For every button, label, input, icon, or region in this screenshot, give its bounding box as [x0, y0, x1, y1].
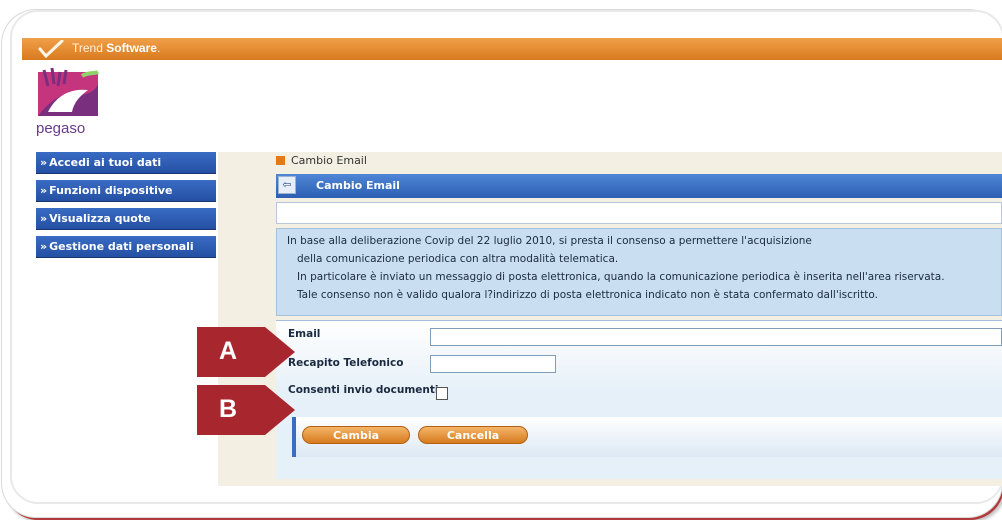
info-line: In base alla deliberazione Covip del 22 … — [287, 235, 812, 247]
callout-a-marker: A — [197, 327, 295, 377]
pegaso-logo: pegaso — [36, 68, 106, 138]
info-line: della comunicazione periodica con altra … — [297, 253, 619, 265]
main-panel: Cambio Email ⇦ Cambio Email In base alla… — [218, 152, 1002, 486]
breadcrumb: Cambio Email — [276, 154, 367, 167]
consent-label: Consenti invio documenti — [288, 384, 439, 396]
app-window: Trend Software. pegaso » Accedi ai tuoi d… — [22, 38, 1002, 486]
section-titlebar: ⇦ Cambio Email — [276, 174, 1002, 198]
sidebar: » Accedi ai tuoi dati » Funzioni dispositi… — [36, 152, 216, 264]
email-field[interactable] — [430, 328, 1002, 346]
callout-arrow-shape — [197, 385, 295, 435]
pegaso-logo-icon — [38, 68, 99, 116]
vendor-name: Trend Software. — [72, 41, 161, 55]
double-chevron-icon: » — [40, 156, 48, 169]
button-bar: Cambia Cancella — [292, 417, 1002, 457]
info-line: Tale consenso non è valido qualora l?ind… — [297, 289, 878, 301]
sidebar-item-label: Accedi ai tuoi dati — [49, 156, 162, 169]
message-strip — [276, 202, 1002, 224]
double-chevron-icon: » — [40, 240, 48, 253]
sidebar-item-accedi[interactable]: » Accedi ai tuoi dati — [36, 152, 216, 174]
sidebar-item-funzioni[interactable]: » Funzioni dispositive — [36, 180, 216, 202]
sidebar-item-label: Gestione dati personali — [49, 240, 194, 253]
sidebar-item-label: Visualizza quote — [49, 212, 151, 225]
sidebar-item-quote[interactable]: » Visualizza quote — [36, 208, 216, 230]
phone-field[interactable] — [430, 355, 556, 373]
info-box: In base alla deliberazione Covip del 22 … — [276, 228, 1002, 316]
info-line: In particolare è inviato un messaggio di… — [297, 271, 945, 283]
callout-arrow-shape — [197, 327, 295, 377]
phone-label: Recapito Telefonico — [288, 357, 404, 369]
top-bar: Trend Software. — [22, 38, 1002, 60]
callout-b-marker: B — [197, 385, 295, 435]
module-icon — [276, 156, 285, 165]
collapse-icon[interactable]: ⇦ — [278, 176, 296, 194]
sidebar-item-gestione[interactable]: » Gestione dati personali — [36, 236, 216, 258]
cancella-button[interactable]: Cancella — [418, 426, 528, 444]
breadcrumb-label: Cambio Email — [291, 154, 367, 167]
logo-wordmark: pegaso — [36, 120, 86, 137]
section-title: Cambio Email — [316, 179, 400, 192]
callout-a-label: A — [219, 337, 238, 365]
callout-b-label: B — [219, 395, 238, 423]
cambia-button[interactable]: Cambia — [302, 426, 410, 444]
consent-checkbox[interactable] — [436, 387, 448, 400]
double-chevron-icon: » — [40, 212, 48, 225]
trend-software-check-icon — [38, 40, 64, 58]
sidebar-item-label: Funzioni dispositive — [49, 184, 173, 197]
double-chevron-icon: » — [40, 184, 48, 197]
email-form: Email Recapito Telefonico Consenti invio… — [276, 320, 1002, 479]
